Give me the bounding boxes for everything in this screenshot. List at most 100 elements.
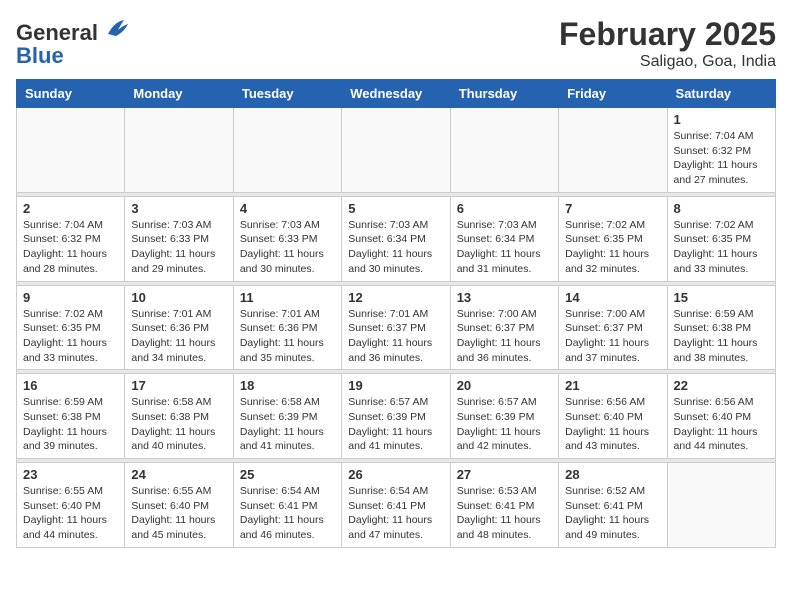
calendar-day-cell: 22 Sunrise: 6:56 AM Sunset: 6:40 PM Dayli… <box>667 374 775 459</box>
day-info: Sunrise: 7:00 AM Sunset: 6:37 PM Dayligh… <box>565 307 660 366</box>
calendar-day-cell: 9 Sunrise: 7:02 AM Sunset: 6:35 PM Daylig… <box>17 285 125 370</box>
calendar-day-cell: 10 Sunrise: 7:01 AM Sunset: 6:36 PM Dayli… <box>125 285 233 370</box>
day-info: Sunrise: 7:03 AM Sunset: 6:34 PM Dayligh… <box>457 218 552 277</box>
day-info: Sunrise: 6:55 AM Sunset: 6:40 PM Dayligh… <box>131 484 226 543</box>
calendar-subtitle: Saligao, Goa, India <box>559 53 776 71</box>
col-sunday: Sunday <box>17 80 125 108</box>
calendar-day-cell <box>559 108 667 193</box>
day-number: 4 <box>240 201 335 216</box>
day-number: 6 <box>457 201 552 216</box>
calendar-day-cell: 6 Sunrise: 7:03 AM Sunset: 6:34 PM Daylig… <box>450 196 558 281</box>
calendar-table: Sunday Monday Tuesday Wednesday Thursday… <box>16 79 776 548</box>
day-number: 13 <box>457 290 552 305</box>
day-info: Sunrise: 6:58 AM Sunset: 6:39 PM Dayligh… <box>240 395 335 454</box>
day-number: 8 <box>674 201 769 216</box>
day-number: 18 <box>240 378 335 393</box>
calendar-day-cell: 4 Sunrise: 7:03 AM Sunset: 6:33 PM Daylig… <box>233 196 341 281</box>
day-number: 10 <box>131 290 226 305</box>
day-info: Sunrise: 7:01 AM Sunset: 6:37 PM Dayligh… <box>348 307 443 366</box>
day-number: 5 <box>348 201 443 216</box>
calendar-week-row: 1 Sunrise: 7:04 AM Sunset: 6:32 PM Daylig… <box>17 108 776 193</box>
day-number: 11 <box>240 290 335 305</box>
day-info: Sunrise: 6:57 AM Sunset: 6:39 PM Dayligh… <box>348 395 443 454</box>
calendar-day-cell <box>233 108 341 193</box>
calendar-day-cell: 8 Sunrise: 7:02 AM Sunset: 6:35 PM Daylig… <box>667 196 775 281</box>
day-number: 7 <box>565 201 660 216</box>
col-tuesday: Tuesday <box>233 80 341 108</box>
calendar-day-cell: 3 Sunrise: 7:03 AM Sunset: 6:33 PM Daylig… <box>125 196 233 281</box>
day-number: 25 <box>240 467 335 482</box>
day-number: 19 <box>348 378 443 393</box>
calendar-day-cell: 28 Sunrise: 6:52 AM Sunset: 6:41 PM Dayli… <box>559 463 667 548</box>
day-number: 16 <box>23 378 118 393</box>
calendar-week-row: 9 Sunrise: 7:02 AM Sunset: 6:35 PM Daylig… <box>17 285 776 370</box>
day-info: Sunrise: 7:04 AM Sunset: 6:32 PM Dayligh… <box>674 129 769 188</box>
calendar-day-cell <box>450 108 558 193</box>
calendar-day-cell: 2 Sunrise: 7:04 AM Sunset: 6:32 PM Daylig… <box>17 196 125 281</box>
title-block: February 2025 Saligao, Goa, India <box>559 16 776 71</box>
calendar-day-cell <box>17 108 125 193</box>
logo-bird-icon <box>104 16 132 40</box>
day-number: 17 <box>131 378 226 393</box>
day-info: Sunrise: 7:02 AM Sunset: 6:35 PM Dayligh… <box>565 218 660 277</box>
calendar-day-cell: 17 Sunrise: 6:58 AM Sunset: 6:38 PM Dayli… <box>125 374 233 459</box>
col-thursday: Thursday <box>450 80 558 108</box>
day-number: 2 <box>23 201 118 216</box>
calendar-day-cell: 16Sunrise: 6:59 AM Sunset: 6:38 PM Dayli… <box>17 374 125 459</box>
calendar-day-cell: 26Sunrise: 6:54 AM Sunset: 6:41 PM Dayli… <box>342 463 450 548</box>
day-number: 3 <box>131 201 226 216</box>
day-number: 23 <box>23 467 118 482</box>
day-info: Sunrise: 7:03 AM Sunset: 6:34 PM Dayligh… <box>348 218 443 277</box>
calendar-day-cell: 13Sunrise: 7:00 AM Sunset: 6:37 PM Dayli… <box>450 285 558 370</box>
calendar-day-cell: 14 Sunrise: 7:00 AM Sunset: 6:37 PM Dayli… <box>559 285 667 370</box>
day-info: Sunrise: 7:03 AM Sunset: 6:33 PM Dayligh… <box>131 218 226 277</box>
calendar-day-cell: 18 Sunrise: 6:58 AM Sunset: 6:39 PM Dayli… <box>233 374 341 459</box>
calendar-day-cell: 23 Sunrise: 6:55 AM Sunset: 6:40 PM Dayli… <box>17 463 125 548</box>
day-info: Sunrise: 7:01 AM Sunset: 6:36 PM Dayligh… <box>131 307 226 366</box>
day-info: Sunrise: 6:55 AM Sunset: 6:40 PM Dayligh… <box>23 484 118 543</box>
calendar-day-cell: 19 Sunrise: 6:57 AM Sunset: 6:39 PM Dayli… <box>342 374 450 459</box>
day-info: Sunrise: 6:56 AM Sunset: 6:40 PM Dayligh… <box>565 395 660 454</box>
day-info: Sunrise: 6:52 AM Sunset: 6:41 PM Dayligh… <box>565 484 660 543</box>
calendar-day-cell: 27Sunrise: 6:53 AM Sunset: 6:41 PM Dayli… <box>450 463 558 548</box>
day-info: Sunrise: 7:02 AM Sunset: 6:35 PM Dayligh… <box>23 307 118 366</box>
day-info: Sunrise: 7:03 AM Sunset: 6:33 PM Dayligh… <box>240 218 335 277</box>
calendar-week-row: 23 Sunrise: 6:55 AM Sunset: 6:40 PM Dayli… <box>17 463 776 548</box>
col-saturday: Saturday <box>667 80 775 108</box>
calendar-day-cell: 11 Sunrise: 7:01 AM Sunset: 6:36 PM Dayli… <box>233 285 341 370</box>
calendar-day-cell <box>667 463 775 548</box>
day-number: 21 <box>565 378 660 393</box>
day-number: 12 <box>348 290 443 305</box>
day-info: Sunrise: 6:54 AM Sunset: 6:41 PM Dayligh… <box>348 484 443 543</box>
day-info: Sunrise: 7:04 AM Sunset: 6:32 PM Dayligh… <box>23 218 118 277</box>
day-number: 9 <box>23 290 118 305</box>
day-info: Sunrise: 6:59 AM Sunset: 6:38 PM Dayligh… <box>674 307 769 366</box>
calendar-day-cell: 7 Sunrise: 7:02 AM Sunset: 6:35 PM Daylig… <box>559 196 667 281</box>
calendar-day-cell: 20 Sunrise: 6:57 AM Sunset: 6:39 PM Dayli… <box>450 374 558 459</box>
col-friday: Friday <box>559 80 667 108</box>
calendar-week-row: 2 Sunrise: 7:04 AM Sunset: 6:32 PM Daylig… <box>17 196 776 281</box>
calendar-day-cell: 21 Sunrise: 6:56 AM Sunset: 6:40 PM Dayli… <box>559 374 667 459</box>
day-number: 1 <box>674 112 769 127</box>
day-info: Sunrise: 6:53 AM Sunset: 6:41 PM Dayligh… <box>457 484 552 543</box>
calendar-header-row: Sunday Monday Tuesday Wednesday Thursday… <box>17 80 776 108</box>
day-info: Sunrise: 7:01 AM Sunset: 6:36 PM Dayligh… <box>240 307 335 366</box>
calendar-day-cell <box>342 108 450 193</box>
day-number: 14 <box>565 290 660 305</box>
col-wednesday: Wednesday <box>342 80 450 108</box>
day-info: Sunrise: 6:56 AM Sunset: 6:40 PM Dayligh… <box>674 395 769 454</box>
day-number: 28 <box>565 467 660 482</box>
day-number: 24 <box>131 467 226 482</box>
day-number: 22 <box>674 378 769 393</box>
day-info: Sunrise: 6:58 AM Sunset: 6:38 PM Dayligh… <box>131 395 226 454</box>
day-info: Sunrise: 7:02 AM Sunset: 6:35 PM Dayligh… <box>674 218 769 277</box>
col-monday: Monday <box>125 80 233 108</box>
day-info: Sunrise: 6:57 AM Sunset: 6:39 PM Dayligh… <box>457 395 552 454</box>
day-number: 20 <box>457 378 552 393</box>
calendar-day-cell: 5 Sunrise: 7:03 AM Sunset: 6:34 PM Daylig… <box>342 196 450 281</box>
calendar-day-cell: 25Sunrise: 6:54 AM Sunset: 6:41 PM Dayli… <box>233 463 341 548</box>
calendar-title: February 2025 <box>559 16 776 53</box>
calendar-day-cell: 15Sunrise: 6:59 AM Sunset: 6:38 PM Dayli… <box>667 285 775 370</box>
logo: General Blue <box>16 16 132 67</box>
logo-blue-text: Blue <box>16 45 64 67</box>
